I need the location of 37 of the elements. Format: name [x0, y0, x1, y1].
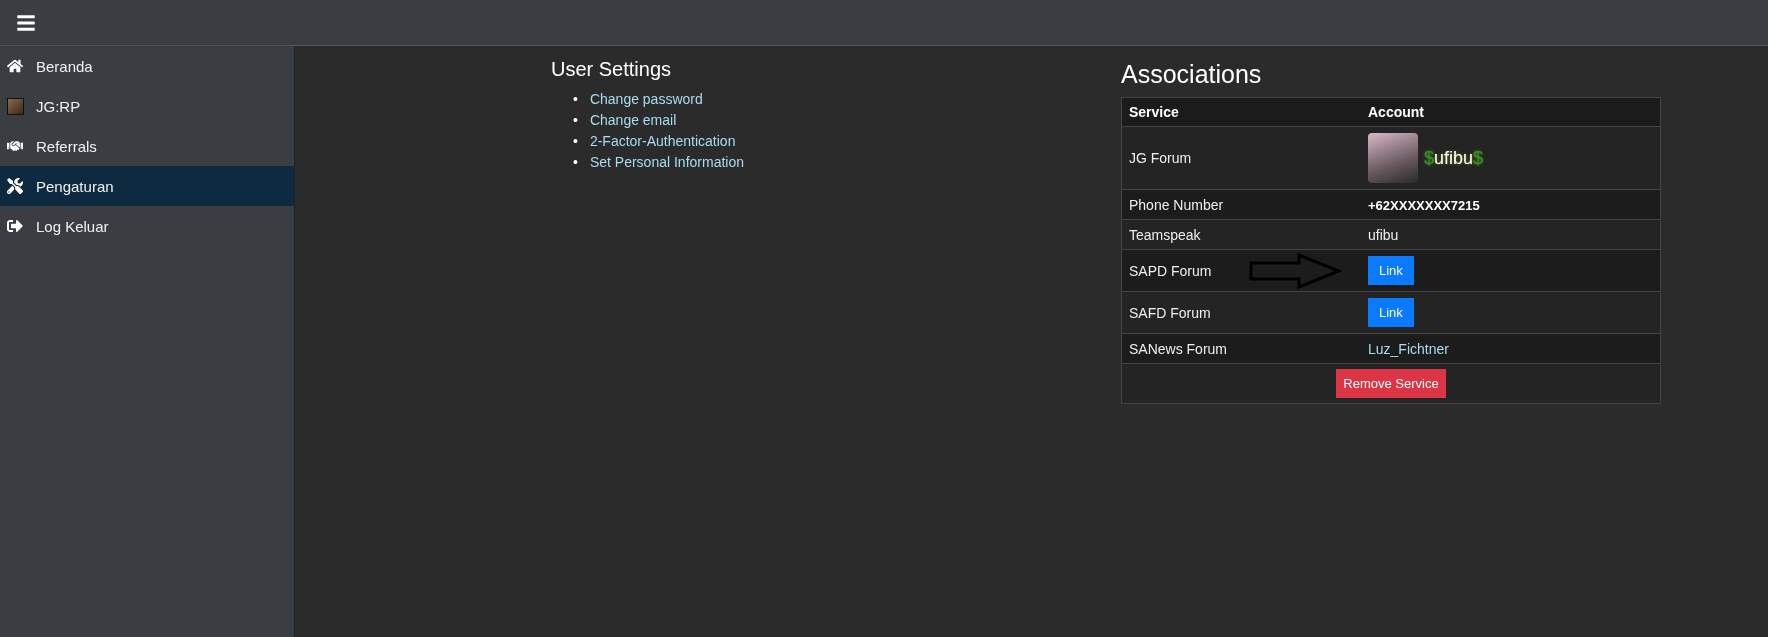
sidebar-item[interactable]: Referrals — [0, 126, 294, 166]
username: $ufibu$ — [1424, 147, 1484, 169]
section-title: Associations — [1121, 60, 1263, 89]
sidebar-item[interactable]: Beranda — [0, 46, 294, 86]
sidebar-item[interactable]: Log Keluar — [0, 206, 294, 246]
tools-icon — [7, 178, 23, 194]
settings-link[interactable]: Change password — [589, 91, 703, 107]
account-name: ufibu — [1368, 226, 1399, 243]
phone-number: +62XXXXXXX7215 — [1368, 197, 1480, 213]
service-name: JG Forum — [1129, 150, 1192, 166]
sidebar-item[interactable]: JG:RP — [0, 86, 294, 126]
link-button[interactable]: Link — [1368, 298, 1414, 327]
account-link[interactable]: Luz_Fichtner — [1368, 340, 1449, 357]
bullet: • — [573, 154, 578, 170]
link-button[interactable]: Link — [1368, 256, 1414, 285]
remove-service-button[interactable]: Remove Service — [1336, 369, 1446, 398]
bullet: • — [573, 91, 578, 107]
bullet: • — [573, 112, 578, 128]
bullet: • — [573, 133, 578, 149]
game-thumbnail-icon — [6, 97, 24, 115]
column-header: Account — [1361, 97, 1661, 127]
settings-link[interactable]: Set Personal Information — [589, 154, 744, 170]
column-header: Service — [1121, 97, 1361, 127]
section-title: User Settings — [551, 58, 673, 81]
service-name: Phone Number — [1129, 196, 1224, 213]
menu-button[interactable] — [16, 12, 36, 33]
settings-link[interactable]: Change email — [589, 112, 677, 128]
sign-out-icon — [7, 218, 23, 234]
handshake-icon — [7, 138, 23, 154]
settings-link[interactable]: 2-Factor-Authentication — [589, 133, 736, 149]
service-name: SAFD Forum — [1129, 304, 1211, 321]
sidebar-item[interactable]: Pengaturan — [0, 166, 294, 206]
service-name: SANews Forum — [1129, 340, 1228, 357]
avatar-picture — [1368, 133, 1418, 183]
service-name: SAPD Forum — [1129, 262, 1212, 279]
home-icon — [7, 58, 23, 74]
service-name: Teamspeak — [1129, 226, 1201, 243]
